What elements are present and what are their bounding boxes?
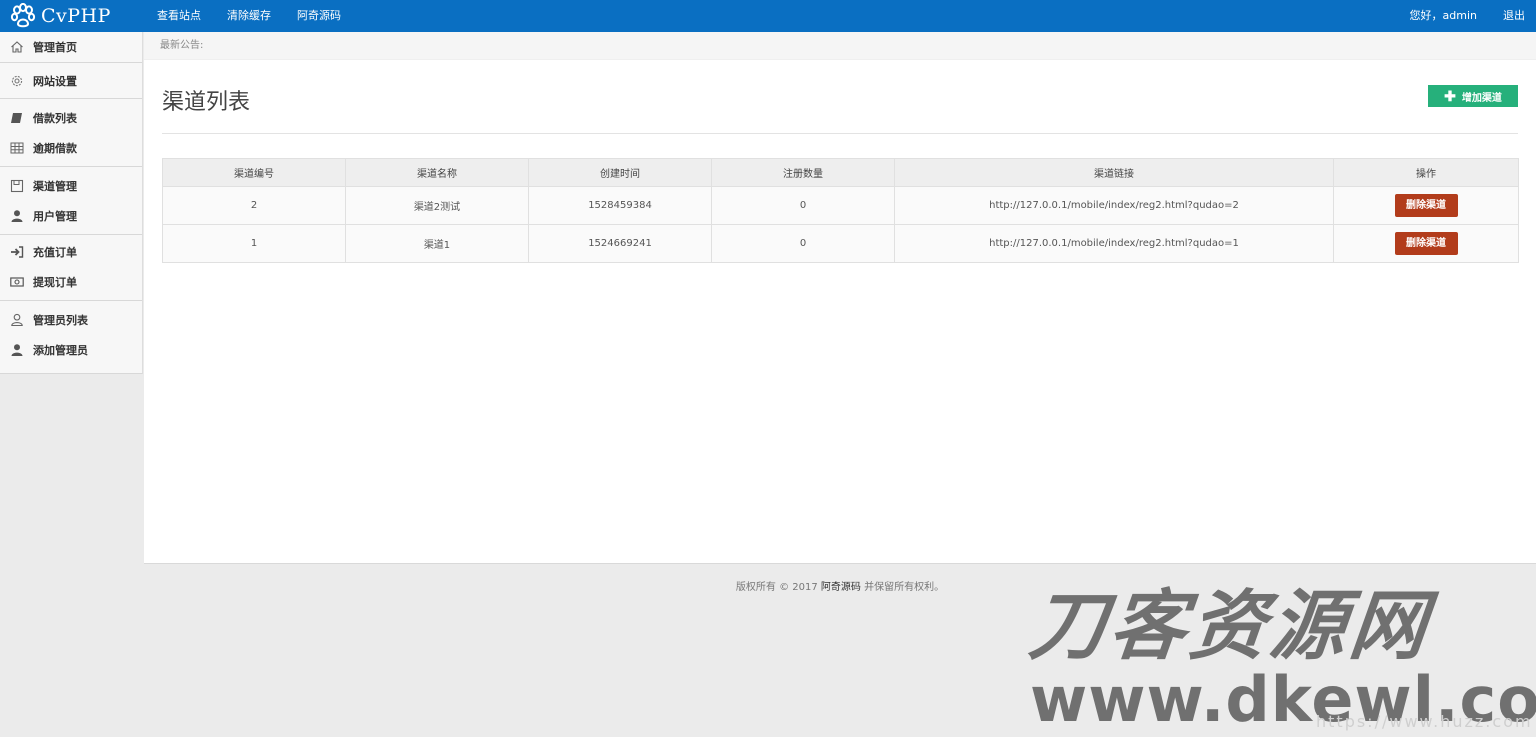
sidebar-item-channel-management[interactable]: 渠道管理 [0, 171, 142, 201]
sign-in-icon [9, 244, 25, 260]
cell-actions: 删除渠道 [1333, 186, 1519, 225]
table-icon [9, 140, 25, 156]
sidebar-group: 渠道管理 用户管理 [0, 167, 142, 235]
user-icon [9, 208, 25, 224]
watermark-cn: 刀客资源网 [1025, 581, 1435, 670]
sidebar-group: 借款列表 逾期借款 [0, 99, 142, 167]
table-row: 1 渠道1 1524669241 0 http://127.0.0.1/mobi… [162, 224, 1519, 263]
sidebar-item-label: 逾期借款 [33, 142, 77, 155]
cell-created: 1528459384 [528, 186, 712, 225]
cell-registrations: 0 [711, 186, 895, 225]
sidebar-item-dashboard[interactable]: 管理首页 [0, 32, 142, 62]
main-content: 最新公告: 渠道列表 ✚ 增加渠道 渠道编号 渠道名称 创建时间 注册数量 渠道… [144, 32, 1536, 564]
nav-view-site[interactable]: 查看站点 [144, 0, 214, 32]
announcement-label: 最新公告: [160, 40, 204, 51]
money-icon [9, 274, 25, 290]
cell-actions: 删除渠道 [1333, 224, 1519, 263]
save-icon [9, 178, 25, 194]
home-icon [9, 39, 25, 55]
sidebar-group: 管理员列表 添加管理员 [0, 301, 142, 371]
cell-registrations: 0 [711, 224, 895, 263]
sidebar-item-admin-list[interactable]: 管理员列表 [0, 305, 142, 335]
add-channel-label: 增加渠道 [1461, 92, 1502, 104]
sidebar-group: 管理首页 [0, 32, 142, 63]
sidebar-item-label: 用户管理 [33, 210, 77, 223]
cell-name: 渠道1 [345, 224, 529, 263]
top-right: 您好，admin 退出 [1410, 0, 1536, 32]
sidebar-item-label: 渠道管理 [33, 180, 77, 193]
sidebar-item-label: 提现订单 [33, 276, 77, 289]
table-header-row: 渠道编号 渠道名称 创建时间 注册数量 渠道链接 操作 [162, 158, 1519, 187]
table-row: 2 渠道2测试 1528459384 0 http://127.0.0.1/mo… [162, 186, 1519, 225]
gear-icon [9, 73, 25, 89]
cell-name: 渠道2测试 [345, 186, 529, 225]
cell-created: 1524669241 [528, 224, 712, 263]
sidebar-item-recharge-orders[interactable]: 充值订单 [0, 237, 142, 267]
sidebar-item-label: 管理员列表 [33, 314, 88, 327]
page-header: 渠道列表 ✚ 增加渠道 [162, 85, 1518, 134]
sidebar-item-site-settings[interactable]: 网站设置 [0, 66, 77, 96]
nav-aqi-source[interactable]: 阿奇源码 [284, 0, 354, 32]
sidebar: 管理首页 网站设置 借款列表 逾期借款 渠道管理 用户管理 充值订单 提现订单 … [0, 32, 143, 374]
sidebar-group: 网站设置 [0, 63, 142, 99]
page-title: 渠道列表 [162, 90, 251, 115]
sidebar-item-label: 充值订单 [33, 246, 77, 259]
cell-link[interactable]: http://127.0.0.1/mobile/index/reg2.html?… [894, 224, 1334, 263]
sidebar-item-overdue-loans[interactable]: 逾期借款 [0, 133, 142, 163]
watermark-faint-url: https://www.huzz.com [1316, 712, 1533, 731]
sidebar-item-loan-list[interactable]: 借款列表 [0, 103, 142, 133]
sidebar-item-add-admin[interactable]: 添加管理员 [0, 335, 142, 365]
logo[interactable]: CvPHP [10, 3, 111, 29]
delete-channel-button[interactable]: 删除渠道 [1394, 232, 1458, 255]
sidebar-item-user-management[interactable]: 用户管理 [0, 201, 142, 231]
top-navbar: CvPHP 查看站点 清除缓存 阿奇源码 您好，admin 退出 [0, 0, 1536, 32]
user-icon [9, 342, 25, 358]
logo-text: CvPHP [41, 5, 111, 27]
user-greeting[interactable]: 您好，admin [1410, 0, 1503, 32]
column-header-created: 创建时间 [528, 158, 712, 187]
nav-clear-cache[interactable]: 清除缓存 [214, 0, 284, 32]
plus-icon: ✚ [1444, 88, 1456, 104]
delete-channel-button[interactable]: 删除渠道 [1394, 194, 1458, 217]
announcement-bar: 最新公告: [144, 32, 1536, 60]
sidebar-item-label: 添加管理员 [33, 344, 88, 357]
sidebar-item-withdraw-orders[interactable]: 提现订单 [0, 267, 142, 297]
sidebar-item-label: 借款列表 [33, 112, 77, 125]
column-header-registrations: 注册数量 [711, 158, 895, 187]
logout-link[interactable]: 退出 [1503, 0, 1536, 32]
paw-logo-icon [10, 3, 36, 28]
column-header-name: 渠道名称 [345, 158, 529, 187]
footer-suffix: 并保留所有权利。 [860, 582, 945, 593]
sidebar-item-label: 管理首页 [33, 41, 77, 54]
column-header-link: 渠道链接 [894, 158, 1334, 187]
user-outline-icon [9, 312, 25, 328]
sidebar-item-label: 网站设置 [33, 74, 77, 88]
watermark: 刀客资源网 www.dkewl.com [1025, 581, 1536, 733]
column-header-actions: 操作 [1333, 158, 1519, 187]
top-nav: 查看站点 清除缓存 阿奇源码 [144, 0, 354, 32]
cell-id: 1 [162, 224, 346, 263]
column-header-id: 渠道编号 [162, 158, 346, 187]
add-channel-button[interactable]: ✚ 增加渠道 [1428, 85, 1518, 107]
footer-brand-link[interactable]: 阿奇源码 [821, 582, 861, 593]
cell-link[interactable]: http://127.0.0.1/mobile/index/reg2.html?… [894, 186, 1334, 225]
cell-id: 2 [162, 186, 346, 225]
channel-table: 渠道编号 渠道名称 创建时间 注册数量 渠道链接 操作 2 渠道2测试 1528… [162, 158, 1519, 263]
footer-prefix: 版权所有 © 2017 [735, 582, 821, 593]
sidebar-group: 充值订单 提现订单 [0, 235, 142, 301]
book-icon [9, 110, 25, 126]
